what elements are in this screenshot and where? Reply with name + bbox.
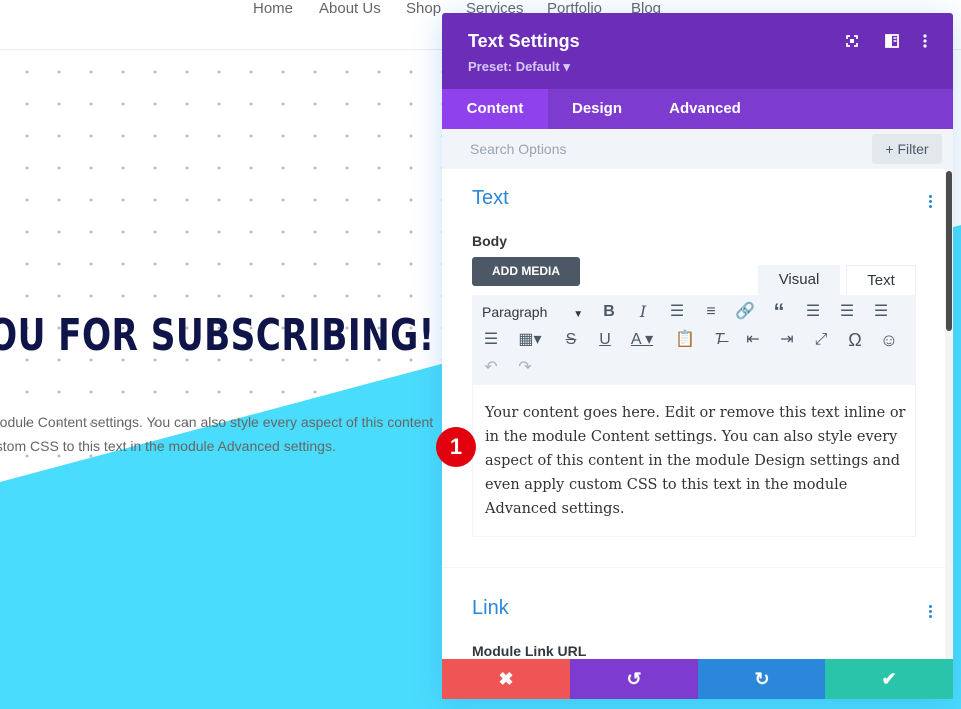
text-mode-tab[interactable]: Text	[846, 265, 916, 295]
outdent-icon[interactable]: ⇤	[742, 329, 764, 351]
align-right-icon[interactable]: ☰	[870, 301, 892, 323]
panel-footer: ✖ ↺ ↻ ✔	[442, 659, 953, 699]
screen: Home About Us Shop Services Portfolio Bl…	[0, 0, 961, 709]
close-icon: ✖	[498, 669, 514, 689]
link-section-menu-icon[interactable]	[929, 605, 933, 619]
align-center-icon[interactable]: ☰	[836, 301, 858, 323]
hero-heading: OU FOR SUBSCRIBING!	[0, 310, 435, 361]
editor-toolbar: Paragraph ▼ B I ☰ ≡ 🔗 “ ☰ ☰ ☰ ☰ ▦▾ S U A…	[472, 295, 916, 385]
hero-body-line: module Content settings. You can also st…	[0, 414, 434, 430]
chevron-down-icon: ▼	[573, 309, 584, 320]
undo-icon[interactable]: ↶	[480, 357, 502, 379]
text-color-icon[interactable]: A ▾	[626, 329, 658, 351]
step-number-badge: 1	[436, 427, 476, 467]
bold-icon[interactable]: B	[598, 301, 620, 323]
settings-scroll-area: Text Body ADD MEDIA Visual Text Paragrap…	[442, 169, 953, 659]
numbered-list-icon[interactable]: ≡	[700, 301, 722, 323]
editor-content[interactable]: Your content goes here. Edit or remove t…	[485, 401, 909, 521]
fullscreen-icon[interactable]: ⤢	[810, 329, 832, 351]
italic-icon[interactable]: I	[632, 301, 654, 323]
visual-mode-tab[interactable]: Visual	[758, 265, 840, 295]
table-icon[interactable]: ▦▾	[514, 329, 546, 351]
hero-body-text: module Content settings. You can also st…	[0, 410, 448, 458]
special-char-icon[interactable]: Ω	[844, 329, 866, 351]
add-media-button[interactable]: ADD MEDIA	[472, 257, 580, 286]
tab-content[interactable]: Content	[442, 89, 548, 129]
text-section-menu-icon[interactable]	[929, 195, 933, 209]
paragraph-format-label: Paragraph	[482, 304, 548, 320]
undo-icon: ↺	[626, 669, 642, 689]
search-options-input[interactable]	[470, 137, 850, 161]
section-divider	[442, 567, 945, 568]
link-icon[interactable]: 🔗	[734, 301, 756, 323]
text-editor[interactable]: Your content goes here. Edit or remove t…	[472, 385, 916, 537]
panel-title: Text Settings	[468, 31, 580, 51]
scrollbar-thumb[interactable]	[946, 171, 952, 331]
redo-button[interactable]: ↻	[698, 659, 826, 699]
save-button[interactable]: ✔	[825, 659, 953, 699]
body-label: Body	[472, 233, 507, 249]
paste-icon[interactable]: 📋	[674, 329, 696, 351]
text-section-title[interactable]: Text	[472, 187, 509, 210]
underline-icon[interactable]: U	[594, 329, 616, 351]
fullscreen-icon[interactable]	[844, 33, 860, 49]
link-section-title[interactable]: Link	[472, 597, 509, 620]
panel-scrollbar[interactable]	[945, 169, 953, 659]
tab-advanced[interactable]: Advanced	[648, 89, 762, 129]
tab-design[interactable]: Design	[548, 89, 646, 129]
filter-button[interactable]: + Filter	[872, 134, 942, 164]
discard-button[interactable]: ✖	[442, 659, 570, 699]
emoji-icon[interactable]: ☺	[878, 329, 900, 351]
sidebar-icon[interactable]	[884, 33, 900, 49]
blockquote-icon[interactable]: “	[768, 301, 790, 323]
search-bar: + Filter	[442, 129, 953, 169]
align-left-icon[interactable]: ☰	[802, 301, 824, 323]
justify-icon[interactable]: ☰	[480, 329, 502, 351]
indent-icon[interactable]: ⇥	[776, 329, 798, 351]
preset-dropdown[interactable]: Preset: Default ▾	[468, 59, 570, 75]
panel-header: Text Settings Preset: Default ▾	[442, 13, 953, 89]
settings-tabs: Content Design Advanced	[442, 89, 953, 129]
module-link-url-label: Module Link URL	[472, 643, 587, 659]
bullet-list-icon[interactable]: ☰	[666, 301, 688, 323]
redo-icon: ↻	[754, 669, 770, 689]
more-vertical-icon[interactable]	[917, 33, 933, 49]
paragraph-format-select[interactable]: Paragraph ▼	[482, 304, 583, 320]
check-icon: ✔	[881, 669, 897, 689]
redo-icon[interactable]: ↷	[514, 357, 536, 379]
strikethrough-icon[interactable]: S	[560, 329, 582, 351]
text-settings-panel: Text Settings Preset: Default ▾ Content …	[442, 13, 953, 699]
undo-button[interactable]: ↺	[570, 659, 698, 699]
hero-body-line: ustom CSS to this text in the module Adv…	[0, 438, 336, 454]
clear-format-icon[interactable]: T̶	[708, 329, 730, 351]
